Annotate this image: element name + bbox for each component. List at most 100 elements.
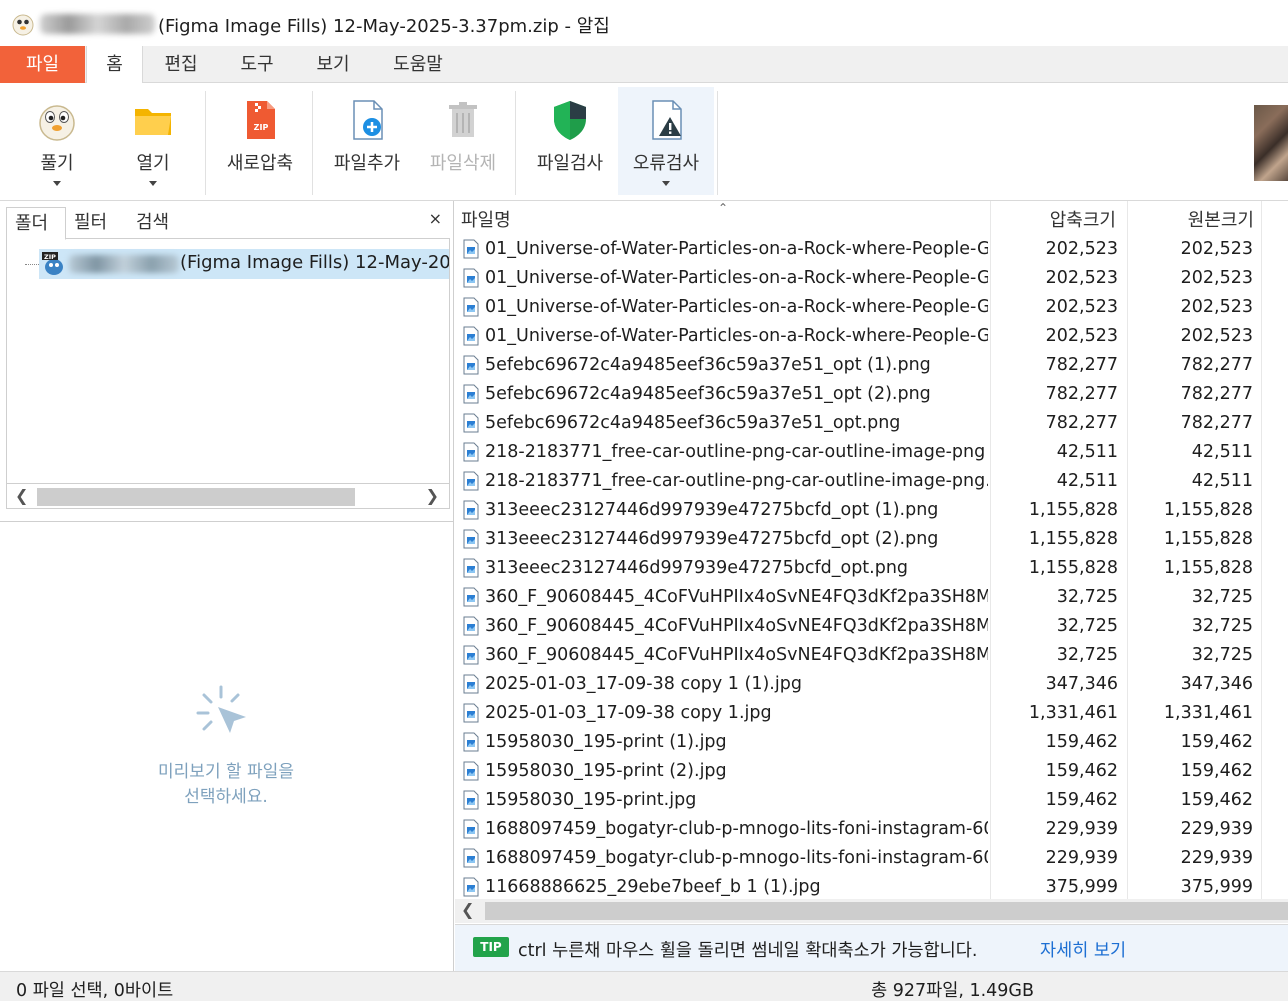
open-dropdown-icon[interactable] — [149, 181, 157, 186]
scan-files-button[interactable]: 파일검사 — [525, 87, 615, 195]
extract-button[interactable]: 풀기 — [12, 87, 102, 195]
shield-icon — [554, 101, 586, 140]
file-original-size: 202,523 — [1180, 326, 1253, 346]
image-file-icon — [463, 297, 479, 317]
folder-icon — [135, 109, 171, 135]
scrollbar-thumb[interactable] — [485, 902, 1288, 920]
tab-file[interactable]: 파일 — [0, 46, 85, 83]
file-row[interactable]: 15958030_195-print (2).jpg 159,462 159,462 — [455, 757, 1288, 786]
file-row[interactable]: 1688097459_bogatyr-club-p-mnogo-lits-fon… — [455, 844, 1288, 873]
extract-icon — [39, 105, 75, 141]
left-horizontal-scrollbar[interactable]: ❮ ❯ — [6, 483, 450, 509]
panel-divider[interactable] — [0, 521, 454, 522]
tip-more-link[interactable]: 자세히 보기 — [1040, 937, 1126, 962]
file-row[interactable]: 5efebc69672c4a9485eef36c59a37e51_opt.png… — [455, 409, 1288, 438]
image-file-icon — [463, 442, 479, 462]
file-row[interactable]: 15958030_195-print (1).jpg 159,462 159,462 — [455, 728, 1288, 757]
ribbon-separator — [205, 91, 206, 195]
file-name: 360_F_90608445_4CoFVuHPIIx4oSvNE4FQ3dKf2… — [485, 587, 988, 607]
file-name: 360_F_90608445_4CoFVuHPIIx4oSvNE4FQ3dKf2… — [485, 645, 988, 665]
folder-tree: ZIP (Figma Image Fills) 12-May-2025 — [6, 239, 450, 483]
file-row[interactable]: 01_Universe-of-Water-Particles-on-a-Rock… — [455, 293, 1288, 322]
file-name: 15958030_195-print.jpg — [485, 790, 697, 810]
open-button[interactable]: 열기 — [108, 87, 198, 195]
zip-file-icon: ZIP — [247, 101, 275, 139]
image-file-icon — [463, 674, 479, 694]
file-original-size: 229,939 — [1180, 848, 1253, 868]
user-avatar[interactable] — [1254, 105, 1288, 181]
file-name: 313eeec23127446d997939e47275bcfd_opt (1)… — [485, 500, 939, 520]
error-check-button[interactable]: 오류검사 — [618, 87, 714, 195]
column-header-name[interactable]: 파일명 — [461, 206, 511, 232]
file-original-size: 1,155,828 — [1163, 500, 1253, 520]
tab-view[interactable]: 보기 — [304, 46, 362, 83]
file-row[interactable]: 11668886625_29ebe7beef_b 1 (1).jpg 375,99… — [455, 873, 1288, 899]
file-row[interactable]: 2025-01-03_17-09-38 copy 1 (1).jpg 347,34… — [455, 670, 1288, 699]
ribbon-separator — [515, 91, 516, 195]
file-packed-size: 1,155,828 — [1028, 500, 1118, 520]
file-original-size: 202,523 — [1180, 268, 1253, 288]
scrollbar-thumb[interactable] — [37, 488, 355, 506]
file-original-size: 32,725 — [1191, 645, 1253, 665]
column-header-packed-size[interactable]: 압축크기 — [1050, 206, 1116, 232]
image-file-icon — [463, 529, 479, 549]
file-original-size: 32,725 — [1191, 587, 1253, 607]
image-file-icon — [463, 500, 479, 520]
error-check-dropdown-icon[interactable] — [662, 181, 670, 186]
scroll-left-arrow-icon[interactable]: ❮ — [15, 486, 28, 505]
scroll-right-arrow-icon[interactable]: ❯ — [426, 486, 439, 505]
file-row[interactable]: 1688097459_bogatyr-club-p-mnogo-lits-fon… — [455, 815, 1288, 844]
file-original-size: 375,999 — [1180, 877, 1253, 897]
file-packed-size: 1,155,828 — [1028, 558, 1118, 578]
tab-filter[interactable]: 필터 — [66, 207, 115, 240]
image-file-icon — [463, 471, 479, 491]
new-archive-button[interactable]: ZIP 새로압축 — [215, 87, 305, 195]
file-row[interactable]: 313eeec23127446d997939e47275bcfd_opt (1)… — [455, 496, 1288, 525]
file-row[interactable]: 2025-01-03_17-09-38 copy 1.jpg 1,331,461 1… — [455, 699, 1288, 728]
file-row[interactable]: 5efebc69672c4a9485eef36c59a37e51_opt (1)… — [455, 351, 1288, 380]
file-row[interactable]: 313eeec23127446d997939e47275bcfd_opt.png… — [455, 554, 1288, 583]
blurred-title-prefix — [40, 14, 155, 34]
file-packed-size: 202,523 — [1045, 297, 1118, 317]
file-row[interactable]: 360_F_90608445_4CoFVuHPIIx4oSvNE4FQ3dKf2… — [455, 612, 1288, 641]
extract-dropdown-icon[interactable] — [53, 181, 61, 186]
scan-files-label: 파일검사 — [536, 153, 604, 174]
tab-edit[interactable]: 편집 — [152, 46, 210, 83]
file-packed-size: 42,511 — [1056, 442, 1118, 462]
tab-help[interactable]: 도움말 — [380, 46, 456, 83]
preview-hint-line2: 선택하세요. — [184, 787, 268, 807]
tab-folder[interactable]: 폴더 — [6, 207, 66, 240]
new-archive-label: 새로압축 — [226, 153, 294, 174]
tab-tools[interactable]: 도구 — [228, 46, 286, 83]
file-row[interactable]: 360_F_90608445_4CoFVuHPIIx4oSvNE4FQ3dKf2… — [455, 641, 1288, 670]
image-file-icon — [463, 616, 479, 636]
tree-item-archive[interactable]: ZIP (Figma Image Fills) 12-May-2025 — [39, 249, 449, 279]
error-check-label: 오류검사 — [632, 153, 700, 174]
zip-archive-icon: ZIP — [42, 252, 63, 275]
file-row[interactable]: 01_Universe-of-Water-Particles-on-a-Rock… — [455, 264, 1288, 293]
file-row[interactable]: 218-2183771_free-car-outline-png-car-out… — [455, 467, 1288, 496]
column-header-original-size[interactable]: 원본크기 — [1188, 206, 1254, 232]
file-name: 5efebc69672c4a9485eef36c59a37e51_opt (1)… — [485, 355, 931, 375]
file-packed-size: 229,939 — [1045, 819, 1118, 839]
file-row[interactable]: 218-2183771_free-car-outline-png-car-out… — [455, 438, 1288, 467]
file-row[interactable]: 5efebc69672c4a9485eef36c59a37e51_opt (2)… — [455, 380, 1288, 409]
close-panel-button[interactable]: × — [429, 209, 442, 228]
file-row[interactable]: 15958030_195-print.jpg 159,462 159,462 — [455, 786, 1288, 815]
tab-home[interactable]: 홈 — [86, 46, 143, 84]
file-row[interactable]: 01_Universe-of-Water-Particles-on-a-Rock… — [455, 322, 1288, 351]
tab-search[interactable]: 검색 — [128, 207, 177, 240]
file-list-horizontal-scrollbar[interactable]: ❮ — [455, 899, 1288, 923]
tip-badge: TIP — [473, 937, 509, 957]
file-row[interactable]: 360_F_90608445_4CoFVuHPIIx4oSvNE4FQ3dKf2… — [455, 583, 1288, 612]
file-row[interactable]: 313eeec23127446d997939e47275bcfd_opt (2)… — [455, 525, 1288, 554]
file-row[interactable]: 01_Universe-of-Water-Particles-on-a-Rock… — [455, 235, 1288, 264]
file-packed-size: 229,939 — [1045, 848, 1118, 868]
image-file-icon — [463, 877, 479, 897]
add-files-button[interactable]: 파일추가 — [322, 87, 412, 195]
file-name: 15958030_195-print (2).jpg — [485, 761, 727, 781]
file-packed-size: 42,511 — [1056, 471, 1118, 491]
delete-files-button[interactable]: 파일삭제 — [418, 87, 508, 195]
scroll-left-arrow-icon[interactable]: ❮ — [461, 900, 474, 919]
file-packed-size: 32,725 — [1056, 616, 1118, 636]
